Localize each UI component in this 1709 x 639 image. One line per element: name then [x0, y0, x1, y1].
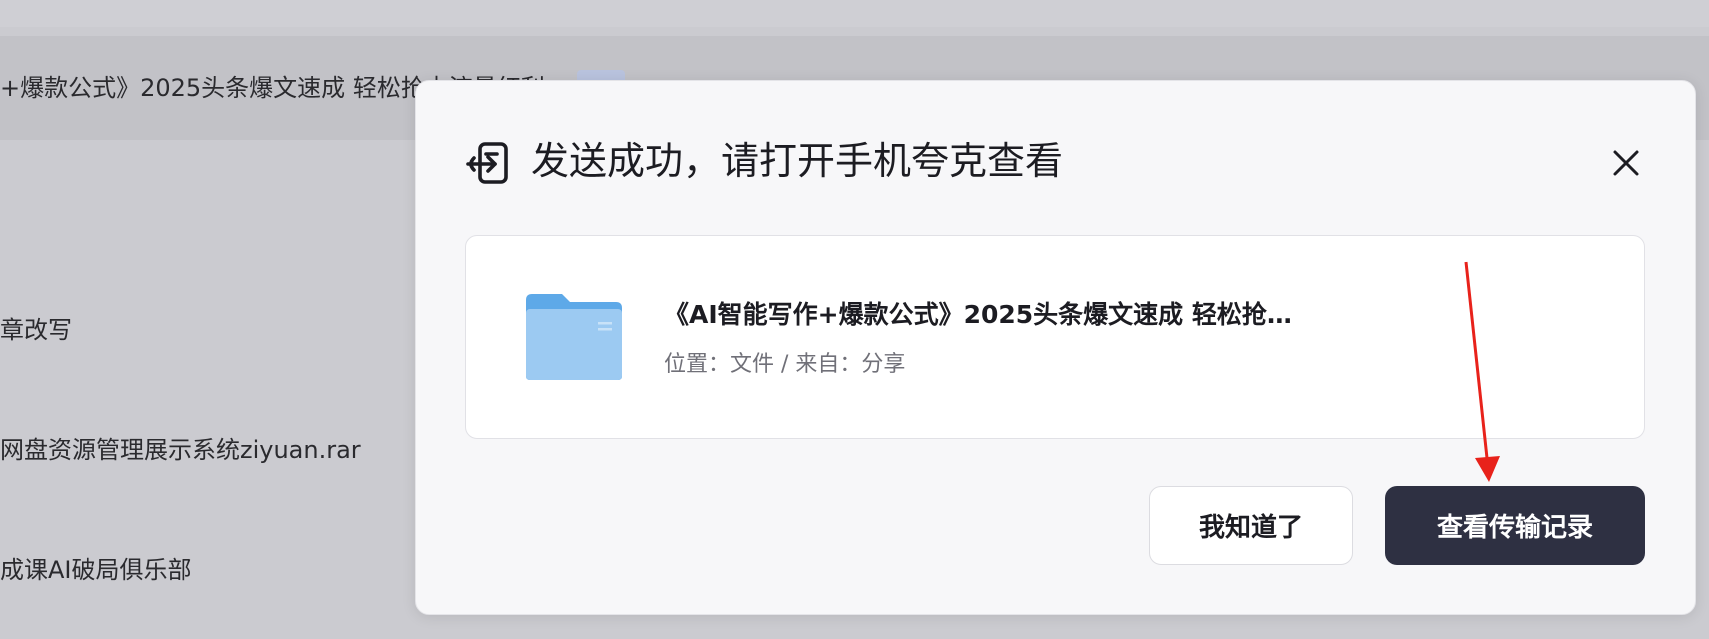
dialog-title: 发送成功，请打开手机夸克查看 — [531, 139, 1064, 183]
send-success-dialog: 发送成功，请打开手机夸克查看 《AI智能写作+爆款公式》2025头条爆文速成 轻… — [415, 80, 1696, 615]
view-transfer-history-button[interactable]: 查看传输记录 — [1385, 486, 1645, 565]
close-icon[interactable] — [1603, 140, 1649, 186]
background-list-item: 章改写 — [0, 316, 72, 344]
file-location: 位置：文件 / 来自：分享 — [664, 352, 906, 377]
file-card: 《AI智能写作+爆款公式》2025头条爆文速成 轻松抢… 位置：文件 / 来自：… — [465, 235, 1645, 439]
background-topbar — [0, 0, 1709, 27]
background-list-item: 网盘资源管理展示系统ziyuan.rar — [0, 436, 361, 464]
folder-icon — [526, 294, 622, 380]
dismiss-button[interactable]: 我知道了 — [1149, 486, 1353, 565]
background-list-item: 成课AI破局俱乐部 — [0, 556, 192, 584]
transfer-to-phone-icon — [466, 142, 508, 184]
file-name: 《AI智能写作+爆款公式》2025头条爆文速成 轻松抢… — [664, 300, 1292, 329]
